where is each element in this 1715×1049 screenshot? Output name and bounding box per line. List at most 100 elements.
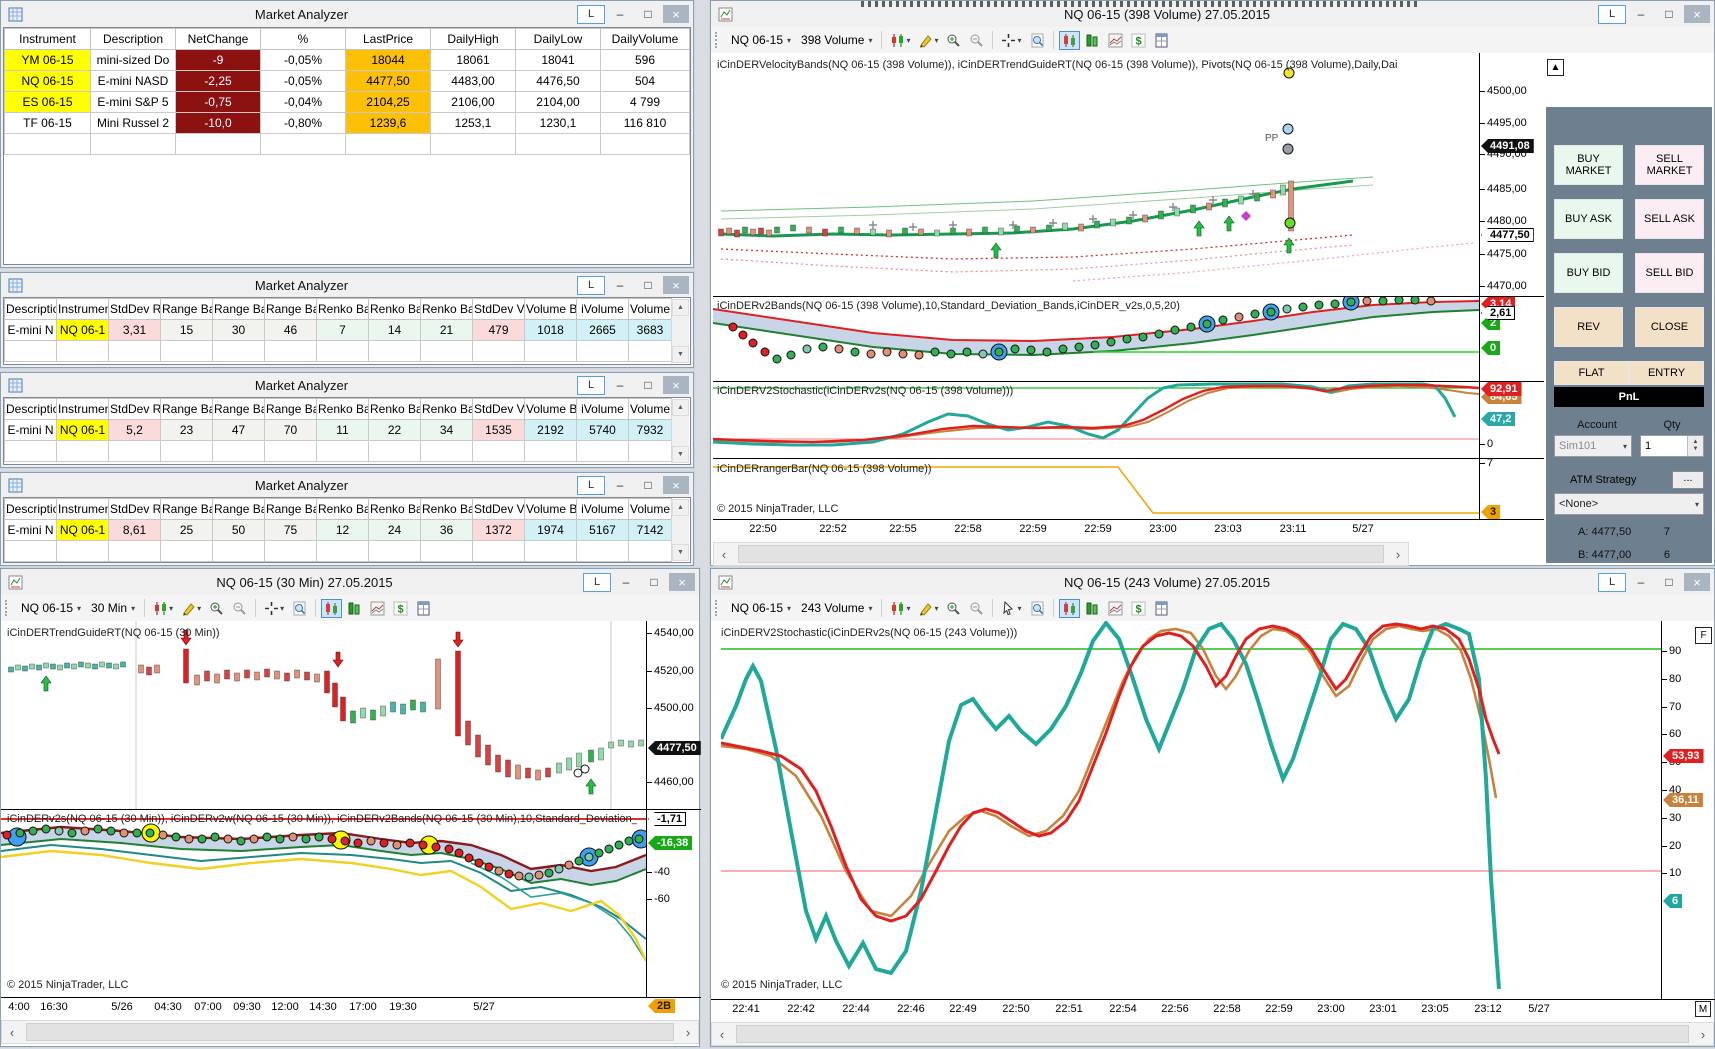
time-axis[interactable]: 4:0016:305/2604:3007:0009:3012:0014:3017… (1, 997, 701, 1018)
chart-properties-button[interactable] (1105, 31, 1126, 50)
column-header[interactable]: Volume Ba (629, 499, 672, 520)
close-button[interactable]: × (1684, 5, 1710, 23)
cursor-button[interactable]: ▾ (998, 31, 1024, 50)
table-row[interactable] (5, 541, 672, 562)
link-button[interactable]: L (577, 376, 605, 395)
indicators-button[interactable] (344, 599, 365, 618)
chart-trader-button[interactable] (413, 599, 434, 618)
table-row[interactable] (5, 134, 690, 155)
close-position-button[interactable]: CLOSE (1635, 307, 1704, 347)
column-header[interactable]: Range Ba (265, 399, 317, 420)
column-header[interactable]: Instrumen (57, 499, 109, 520)
column-header[interactable]: Renko Ba (317, 499, 369, 520)
time-axis[interactable]: 22:4122:4222:4422:4622:4922:5022:5122:54… (711, 999, 1715, 1020)
zoom-out-button[interactable] (229, 599, 250, 618)
minimize-button[interactable]: – (1628, 5, 1654, 23)
indicators-button[interactable] (1082, 599, 1103, 618)
sell-bid-button[interactable]: SELL BID (1635, 253, 1704, 293)
time-axis[interactable]: 22:5022:5222:5522:5822:5922:5923:0023:03… (713, 519, 1544, 540)
instrument-selector[interactable]: NQ 06-15▾ (727, 600, 795, 616)
column-header[interactable]: Renko Ba (421, 499, 473, 520)
vertical-scrollbar[interactable]: ▲ ▼ (671, 499, 689, 561)
scrollbar-thumb[interactable] (26, 1023, 674, 1041)
close-button[interactable]: × (663, 5, 689, 23)
column-header[interactable]: Instrumen (57, 299, 109, 320)
cursor-button[interactable]: ▾ (261, 599, 287, 618)
maximize-button[interactable]: □ (1656, 5, 1682, 23)
column-header[interactable]: StdDev R (109, 299, 161, 320)
minimize-button[interactable]: – (607, 276, 633, 294)
vertical-scrollbar[interactable]: ▲ ▼ (671, 399, 689, 463)
zoom-window-button[interactable] (1027, 31, 1048, 50)
titlebar[interactable]: Market Analyzer L – □ × (1, 473, 693, 497)
link-button[interactable]: L (1598, 5, 1626, 24)
scrollbar-thumb[interactable] (736, 1025, 1689, 1043)
toolbar-grip-icon[interactable] (715, 600, 721, 616)
scroll-down-icon[interactable]: ▼ (672, 544, 689, 561)
link-button[interactable]: L (577, 476, 605, 495)
spin-up-icon[interactable]: ▲ (1693, 439, 1699, 446)
column-header[interactable]: Range Ba (213, 299, 265, 320)
account-select[interactable]: Sim101▾ (1554, 435, 1632, 457)
maximize-button[interactable]: □ (635, 276, 661, 294)
column-header[interactable]: Volume Ba (629, 299, 672, 320)
cursor-button[interactable]: ▾ (998, 599, 1024, 618)
buy-bid-button[interactable]: BUY BID (1554, 253, 1623, 293)
horizontal-scrollbar[interactable]: ‹ › (1, 1020, 699, 1044)
minimize-button[interactable]: – (607, 476, 633, 494)
close-button[interactable]: × (663, 476, 689, 494)
scroll-right-icon[interactable]: › (678, 1021, 698, 1043)
chart-area[interactable]: iCinDERV2Stochastic(iCinDERv2s(NQ 06-15 … (711, 621, 1714, 1046)
column-header[interactable]: % (261, 29, 346, 50)
table-row[interactable] (5, 441, 672, 462)
zoom-in-button[interactable] (943, 31, 964, 50)
spin-down-icon[interactable]: ▼ (1693, 446, 1699, 453)
maximize-button[interactable]: □ (635, 5, 661, 23)
scroll-right-icon[interactable]: › (1693, 1023, 1713, 1045)
price-axis[interactable]: 4540,004520,004500,004460,00-40-60 4477,… (646, 569, 701, 1048)
column-header[interactable]: Instrument (5, 29, 91, 50)
atm-strategy-select[interactable]: <None>▾ (1554, 493, 1704, 515)
interval-selector[interactable]: 243 Volume▾ (797, 600, 876, 616)
close-button[interactable]: × (663, 376, 689, 394)
price-panel-plot[interactable]: PP (713, 53, 1479, 296)
scroll-left-icon[interactable]: ‹ (712, 1023, 732, 1045)
column-header[interactable]: Range Ba (213, 399, 265, 420)
sell-market-button[interactable]: SELL MARKET (1635, 145, 1704, 185)
column-header[interactable]: Descriptio (5, 499, 57, 520)
titlebar[interactable]: NQ 06-15 (243 Volume) 27.05.2015 L – □ × (711, 569, 1714, 595)
chart-area[interactable]: PP iCinDERVelocityBands(NQ 06-15 (398 Vo… (711, 53, 1714, 565)
scrollbar-thumb[interactable] (738, 545, 1384, 563)
stochastic-plot[interactable] (721, 621, 1661, 989)
column-header[interactable]: StdDev R (109, 399, 161, 420)
table-row[interactable] (5, 341, 672, 362)
account-data-button[interactable]: $ (1128, 599, 1149, 618)
scroll-up-icon[interactable]: ▲ (672, 399, 689, 416)
table-row[interactable]: ES 06-15E-mini S&P 5-0,75-0,04%2104,2521… (5, 92, 690, 113)
table-row[interactable]: NQ 06-15E-mini NASD-2,25-0,05%4477,50448… (5, 71, 690, 92)
link-button[interactable]: L (583, 573, 611, 592)
scroll-up-icon[interactable]: ▲ (1547, 59, 1564, 76)
chart-properties-button[interactable] (367, 599, 388, 618)
scroll-up-icon[interactable]: ▲ (672, 499, 689, 516)
chart-area[interactable]: iCinDERTrendGuideRT(NQ 06-15 (30 Min)) i… (1, 621, 699, 1046)
column-header[interactable]: Description (91, 29, 176, 50)
minimize-button[interactable]: – (613, 573, 639, 591)
scroll-up-icon[interactable]: ▲ (672, 299, 689, 316)
column-header[interactable]: Renko Ba (421, 299, 473, 320)
marker-mode-button[interactable]: M (1695, 1001, 1711, 1017)
chart-trader-button[interactable] (1151, 599, 1172, 618)
buy-market-button[interactable]: BUY MARKET (1554, 145, 1623, 185)
data-series-button[interactable] (321, 599, 342, 618)
chart-style-button[interactable]: ▾ (887, 599, 913, 618)
minimize-button[interactable]: – (1628, 573, 1654, 591)
scroll-down-icon[interactable]: ▼ (672, 346, 689, 363)
toolbar-grip-icon[interactable] (5, 600, 11, 616)
titlebar[interactable]: NQ 06-15 (30 Min) 27.05.2015 L – □ × (1, 569, 699, 595)
fixed-scale-button[interactable]: F (1695, 627, 1712, 644)
instrument-selector[interactable]: NQ 06-15▾ (17, 600, 85, 616)
zoom-out-button[interactable] (966, 599, 987, 618)
column-header[interactable]: Range Ba (161, 299, 213, 320)
scroll-left-icon[interactable]: ‹ (2, 1021, 22, 1043)
maximize-button[interactable]: □ (635, 376, 661, 394)
